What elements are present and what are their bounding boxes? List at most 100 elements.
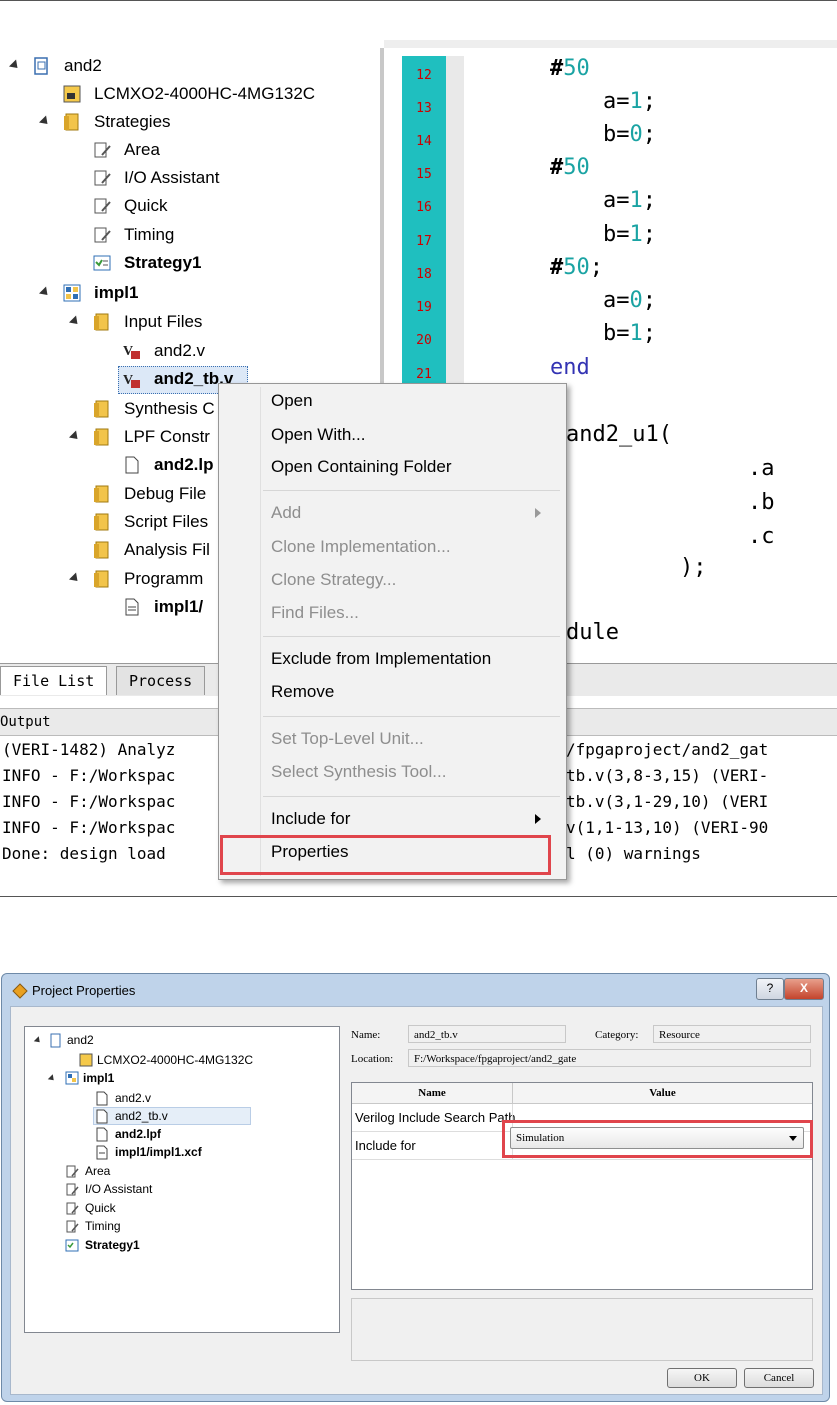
output-line: (VERI-1482) Analyz: [2, 740, 176, 759]
grid-header-value: Value: [513, 1083, 812, 1104]
tab-process[interactable]: Process: [116, 666, 206, 695]
tree-strategy-area[interactable]: Area: [124, 137, 160, 163]
tree-impl1[interactable]: impl1: [83, 1069, 114, 1087]
tree-strategy-area[interactable]: Area: [85, 1162, 110, 1180]
folder-icon: [94, 570, 109, 588]
code-line: dule: [566, 620, 619, 645]
tree-strategy-timing[interactable]: Timing: [85, 1217, 121, 1235]
strategy-icon: [66, 1183, 79, 1196]
output-line: tb.v(3,8-3,15) (VERI-: [566, 766, 769, 785]
tree-file-and2-v[interactable]: and2.v: [115, 1089, 151, 1107]
expand-arrow-icon[interactable]: [68, 430, 82, 443]
project-icon: [50, 1033, 61, 1048]
line-number: 16: [416, 200, 432, 215]
tree-file-xcf[interactable]: impl1/: [154, 594, 203, 620]
project-tree[interactable]: and2 LCMXO2-4000HC-4MG132C impl1 and2.v …: [24, 1026, 340, 1333]
line-number: 13: [416, 101, 432, 116]
tree-input-files[interactable]: Input Files: [124, 309, 202, 335]
line-number: 21: [416, 367, 432, 382]
output-line: tb.v(3,1-29,10) (VERI: [566, 792, 769, 811]
expand-arrow-icon[interactable]: [33, 1036, 43, 1045]
document-icon: [96, 1145, 108, 1160]
menu-item-find-files[interactable]: Find Files...: [271, 598, 359, 628]
name-label: Name:: [351, 1029, 381, 1041]
ok-button[interactable]: OK: [667, 1368, 737, 1388]
folder-icon: [64, 113, 79, 131]
tree-file-lpf[interactable]: and2.lpf: [115, 1125, 161, 1143]
device-chip-icon: [79, 1053, 93, 1067]
tree-strategy-io[interactable]: I/O Assistant: [85, 1180, 152, 1198]
tree-strategy-strategy1[interactable]: Strategy1: [85, 1236, 140, 1254]
submenu-arrow-icon: [535, 814, 541, 824]
document-icon: [125, 598, 139, 616]
tree-file-and2-v[interactable]: and2.v: [154, 338, 205, 364]
strategy-icon: [94, 142, 111, 158]
folder-icon: [94, 313, 109, 331]
help-button[interactable]: ?: [756, 978, 784, 1000]
line-number: 17: [416, 234, 432, 249]
menu-item-exclude[interactable]: Exclude from Implementation: [271, 644, 491, 674]
menu-item-clone-implementation[interactable]: Clone Implementation...: [271, 532, 451, 562]
line-number: 14: [416, 134, 432, 149]
dialog-title: Project Properties: [32, 983, 136, 998]
implementation-icon: [63, 284, 81, 302]
strategy-icon: [66, 1202, 79, 1215]
tree-strategies[interactable]: Strategies: [94, 109, 171, 135]
line-number: 18: [416, 267, 432, 282]
line-number: 20: [416, 333, 432, 348]
expand-arrow-icon[interactable]: [38, 115, 52, 128]
menu-item-select-synthesis-tool[interactable]: Select Synthesis Tool...: [271, 757, 446, 787]
code-line: b=0;: [550, 122, 656, 147]
menu-item-open-with[interactable]: Open With...: [271, 420, 365, 450]
tree-strategy-quick[interactable]: Quick: [124, 193, 167, 219]
strategy-icon: [66, 1220, 79, 1233]
tree-lpf-constraints[interactable]: LPF Constr: [124, 424, 210, 450]
expand-arrow-icon[interactable]: [47, 1074, 57, 1083]
menu-item-add[interactable]: Add: [271, 498, 301, 528]
tree-device[interactable]: LCMXO2-4000HC-4MG132C: [94, 81, 315, 107]
menu-separator: [263, 796, 560, 797]
tree-file-xcf[interactable]: impl1/impl1.xcf: [115, 1143, 202, 1161]
menu-separator: [263, 636, 560, 637]
menu-item-remove[interactable]: Remove: [271, 677, 334, 707]
tree-debug-files[interactable]: Debug File: [124, 481, 206, 507]
active-strategy-icon: [93, 255, 111, 271]
code-line: a=1;: [550, 89, 656, 114]
expand-arrow-icon[interactable]: [38, 286, 52, 299]
tree-impl1[interactable]: impl1: [94, 280, 138, 306]
document-icon: [96, 1109, 108, 1124]
tree-analysis-files[interactable]: Analysis Fil: [124, 537, 210, 563]
tree-strategy-strategy1[interactable]: Strategy1: [124, 250, 201, 276]
menu-item-set-top-level[interactable]: Set Top-Level Unit...: [271, 724, 424, 754]
cancel-button[interactable]: Cancel: [744, 1368, 814, 1388]
menu-item-include-for[interactable]: Include for: [271, 804, 350, 834]
tree-device[interactable]: LCMXO2-4000HC-4MG132C: [97, 1051, 253, 1069]
close-button[interactable]: X: [784, 978, 824, 1000]
menu-item-open-containing-folder[interactable]: Open Containing Folder: [271, 452, 452, 482]
code-line: #50: [550, 155, 590, 180]
code-line: );: [680, 555, 707, 580]
menu-item-clone-strategy[interactable]: Clone Strategy...: [271, 565, 396, 595]
tree-file-and2-tb-v[interactable]: and2_tb.v: [115, 1107, 168, 1125]
document-icon: [96, 1127, 108, 1142]
tree-strategy-quick[interactable]: Quick: [85, 1199, 116, 1217]
tree-strategy-timing[interactable]: Timing: [124, 222, 174, 248]
tree-programming-files[interactable]: Programm: [124, 566, 203, 592]
highlight-box-properties: [220, 835, 551, 875]
code-line: .a: [748, 456, 775, 481]
tree-file-lpf[interactable]: and2.lp: [154, 452, 214, 478]
tab-file-list[interactable]: File List: [0, 666, 108, 695]
project-icon: [34, 57, 48, 75]
tree-synthesis[interactable]: Synthesis C: [124, 396, 215, 422]
tree-root-and2[interactable]: and2: [67, 1031, 94, 1049]
tree-script-files[interactable]: Script Files: [124, 509, 208, 535]
name-field: and2_tb.v: [408, 1025, 566, 1043]
grid-cell-name: Verilog Include Search Path: [355, 1110, 516, 1125]
tree-root-and2[interactable]: and2: [64, 53, 102, 79]
output-line: Done: design load: [2, 844, 166, 863]
expand-arrow-icon[interactable]: [8, 59, 22, 72]
tree-strategy-io[interactable]: I/O Assistant: [124, 165, 219, 191]
expand-arrow-icon[interactable]: [68, 572, 82, 585]
menu-item-open[interactable]: Open: [271, 386, 313, 416]
expand-arrow-icon[interactable]: [68, 315, 82, 328]
